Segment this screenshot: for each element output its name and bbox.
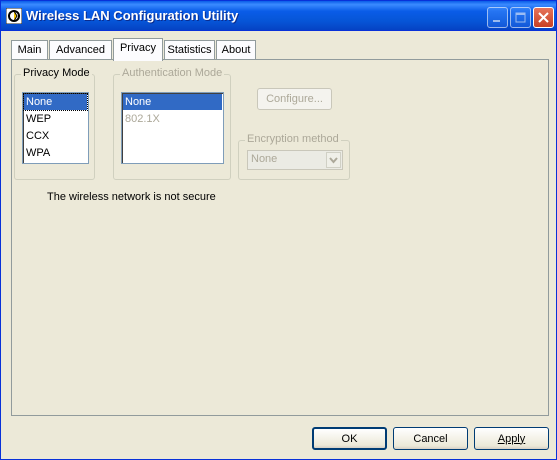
- privacy-mode-list[interactable]: None WEP CCX WPA: [22, 92, 89, 164]
- apply-button-label: Apply: [497, 432, 526, 445]
- tab-statistics[interactable]: Statistics: [164, 40, 215, 60]
- authentication-mode-label: Authentication Mode: [120, 67, 225, 79]
- minimize-button[interactable]: [487, 7, 508, 28]
- tab-advanced[interactable]: Advanced: [49, 40, 112, 60]
- title-bar[interactable]: Wireless LAN Configuration Utility: [1, 1, 556, 31]
- encryption-method-select[interactable]: None: [247, 150, 343, 170]
- list-item[interactable]: CCX: [24, 128, 87, 144]
- configure-button[interactable]: Configure...: [257, 88, 332, 110]
- list-item[interactable]: None: [23, 93, 88, 111]
- window-title: Wireless LAN Configuration Utility: [26, 8, 239, 23]
- wireless-app-icon: [5, 7, 23, 25]
- privacy-mode-label: Privacy Mode: [21, 67, 92, 79]
- tab-privacy[interactable]: Privacy: [113, 38, 163, 61]
- cancel-button[interactable]: Cancel: [393, 427, 468, 450]
- list-item[interactable]: WPA: [24, 145, 87, 161]
- authentication-mode-list[interactable]: None 802.1X: [121, 92, 224, 164]
- apply-button[interactable]: Apply: [474, 427, 549, 450]
- encryption-method-label: Encryption method: [245, 133, 341, 145]
- tab-about[interactable]: About: [216, 40, 256, 60]
- tab-main[interactable]: Main: [11, 40, 48, 60]
- security-status-message: The wireless network is not secure: [47, 191, 216, 203]
- ok-button[interactable]: OK: [312, 427, 387, 450]
- main-window: Wireless LAN Configuration Utility Main …: [0, 0, 557, 460]
- list-item[interactable]: WEP: [24, 111, 87, 127]
- encryption-method-value: None: [251, 153, 278, 165]
- maximize-button[interactable]: [510, 7, 531, 28]
- list-item[interactable]: 802.1X: [123, 111, 222, 127]
- chevron-down-icon[interactable]: [326, 152, 341, 168]
- list-item[interactable]: None: [123, 94, 222, 110]
- close-button[interactable]: [533, 7, 554, 28]
